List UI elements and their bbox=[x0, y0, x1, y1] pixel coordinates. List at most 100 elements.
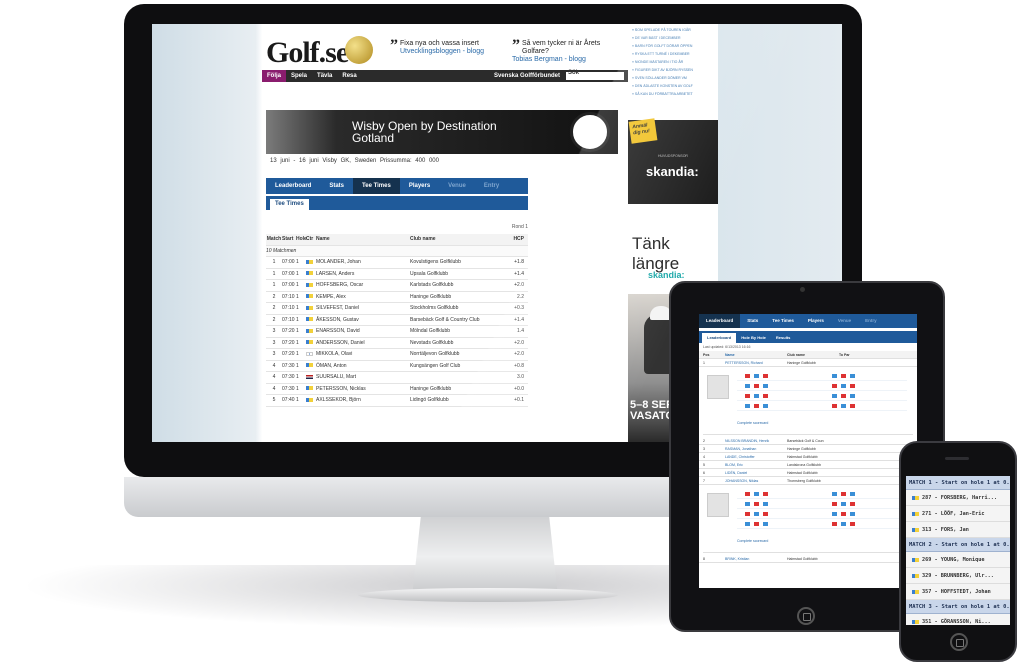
news-link[interactable]: » DEN ÄDLASTE KONSTEN AV GOLF bbox=[632, 82, 718, 90]
col-name[interactable]: Name bbox=[725, 353, 787, 357]
table-row[interactable]: 1 07:00 1 MOLANDER, Johan Kovulstigens Golfk… bbox=[266, 257, 528, 269]
tab-tee-times[interactable]: Tee Times bbox=[765, 314, 801, 328]
news-link[interactable]: » SÅ KAN DU FÖRBÄTTRA ARBETET bbox=[632, 90, 718, 98]
subtab-results[interactable]: Results bbox=[771, 333, 795, 343]
col-start[interactable]: Start bbox=[282, 236, 296, 242]
blog-teaser-source[interactable]: Utvecklingsbloggen - blogg bbox=[390, 48, 500, 56]
col-to-par[interactable]: To Par bbox=[839, 353, 909, 357]
cell-name[interactable]: ÅKESSON, Gustav bbox=[316, 317, 410, 323]
nav-item-follow[interactable]: Följa bbox=[262, 70, 287, 82]
leaderboard-row[interactable]: 1 PETTERSSON, Richard Haninge Golfklubb bbox=[699, 359, 917, 367]
cell-name[interactable]: SUURSALU, Mart bbox=[316, 374, 410, 380]
leaderboard-row[interactable]: 5 BLOM, Eric Landskrona Golfklubb bbox=[699, 461, 917, 469]
tab-leaderboard[interactable]: Leaderboard bbox=[266, 178, 320, 194]
cell-name[interactable]: PETERSSON, Nicklas bbox=[316, 386, 410, 392]
table-row[interactable]: 2 07:10 1 KEMPE, Alex Haninge Golfklubb 2.2 bbox=[266, 292, 528, 303]
tab-players[interactable]: Players bbox=[400, 178, 439, 194]
tab-entry[interactable]: Entry bbox=[858, 314, 884, 328]
player-item[interactable]: 313 - FORS, Jan bbox=[906, 522, 1010, 538]
player-item[interactable]: 287 - FORSBERG, Harri... bbox=[906, 490, 1010, 506]
row-name[interactable]: NILSSON BRANDIN, Henrik bbox=[725, 439, 787, 443]
news-link[interactable]: » BARN FÖR GOLFT DÖRAR ÖPPEN bbox=[632, 42, 718, 50]
table-row[interactable]: 1 07:00 1 HOFFSBERG, Oscar Karlstads Golfklu… bbox=[266, 280, 528, 292]
table-row[interactable]: 2 07:10 1 ÅKESSON, Gustav Barsebäck Golf & C… bbox=[266, 315, 528, 326]
row-name[interactable]: BLOM, Eric bbox=[725, 463, 787, 467]
complete-scorecard-link[interactable]: Complete scorecard bbox=[737, 539, 768, 543]
leaderboard-row[interactable]: 8 BRINK, Kristian Halmstad Golfklubb bbox=[699, 555, 917, 563]
news-link[interactable]: » RYSKA ETT TURNÉ I DEKEMBER bbox=[632, 50, 718, 58]
news-link[interactable]: » SOM SPELADE PÅ TOUREN IGÅR bbox=[632, 26, 718, 34]
tab-venue[interactable]: Venue bbox=[831, 314, 858, 328]
news-link[interactable]: » DE VAR BÄST I DECEMBER bbox=[632, 34, 718, 42]
golf-se-logo[interactable]: Golf.se bbox=[266, 36, 349, 70]
player-item[interactable]: 351 - GÖRANSSON, Ni... bbox=[906, 614, 1010, 625]
match-header[interactable]: MATCH 3 - Start on hole 1 at 0... bbox=[906, 600, 1010, 614]
table-row[interactable]: 5 07:40 1 AXLSSEKOR, Björn Lidingö Golfklubb… bbox=[266, 395, 528, 407]
col-club[interactable]: Club name bbox=[787, 353, 839, 357]
nav-item-play[interactable]: Spela bbox=[286, 70, 312, 82]
leaderboard-row[interactable]: 7 JOHANSSON, Niklas Thornsberg Golfklubb bbox=[699, 477, 917, 485]
cell-name[interactable]: LARSEN, Anders bbox=[316, 271, 410, 277]
tab-players[interactable]: Players bbox=[801, 314, 831, 328]
blog-teaser-2[interactable]: ” Så vem tycker ni är Årets Golfare? Tob… bbox=[512, 38, 622, 64]
table-row[interactable]: 3 07:20 1 ENARSSON, David Mölndal Golfklubb 1… bbox=[266, 326, 528, 338]
subtab-leaderboard[interactable]: Leaderboard bbox=[702, 333, 737, 343]
row-name[interactable]: BRINK, Kristian bbox=[725, 557, 787, 561]
subtab-tee-times[interactable]: Tee Times bbox=[270, 199, 309, 210]
row-name[interactable]: RASMAN, Jonathan bbox=[725, 447, 787, 451]
leaderboard-row[interactable]: 4 LANDE, Christoffer Halmstad Golfklubb bbox=[699, 453, 917, 461]
cell-name[interactable]: MIKKOLA, Olavi bbox=[316, 351, 410, 357]
news-link[interactable]: » NIONDE MÄSTAREN I TIO ÅR bbox=[632, 58, 718, 66]
player-item[interactable]: 329 - BRUNNBERG, Ulr... bbox=[906, 568, 1010, 584]
tab-stats[interactable]: Stats bbox=[740, 314, 765, 328]
col-hcp[interactable]: HCP bbox=[504, 236, 524, 242]
player-item[interactable]: 357 - HOFFSTEDT, Johan bbox=[906, 584, 1010, 600]
match-header[interactable]: MATCH 2 - Start on hole 1 at 0... bbox=[906, 538, 1010, 552]
cell-name[interactable]: HOFFSBERG, Oscar bbox=[316, 282, 410, 288]
skandia-ad[interactable]: Anmäl dig nu! HUVUDSPONSOR skandia: bbox=[628, 118, 718, 204]
leaderboard-row[interactable]: 3 RASMAN, Jonathan Haninge Golfklubb bbox=[699, 445, 917, 453]
table-row[interactable]: 4 07:30 1 SUURSALU, Mart 3.0 bbox=[266, 372, 528, 384]
cell-name[interactable]: ANDERSSON, Daniel bbox=[316, 340, 410, 346]
table-row[interactable]: 2 07:10 1 SILVEFEST, Daniel Stockholms Golfk… bbox=[266, 303, 528, 315]
cell-name[interactable]: ENARSSON, David bbox=[316, 328, 410, 334]
blog-teaser-source[interactable]: Tobias Bergman - blogg bbox=[512, 56, 622, 64]
tab-stats[interactable]: Stats bbox=[320, 178, 353, 194]
search-input[interactable]: Sök bbox=[566, 70, 624, 80]
col-pos[interactable]: Pos bbox=[703, 353, 725, 357]
row-name[interactable]: LIDÉN, Daniel bbox=[725, 471, 787, 475]
tab-tee-times[interactable]: Tee Times bbox=[353, 178, 400, 194]
subtab-hole-by-hole[interactable]: Hole By Hole bbox=[736, 333, 771, 343]
row-name[interactable]: PETTERSSON, Richard bbox=[725, 361, 787, 365]
tab-leaderboard[interactable]: Leaderboard bbox=[699, 314, 741, 328]
round-pager[interactable]: Rond 1 bbox=[266, 224, 528, 234]
leaderboard-row[interactable]: 6 LIDÉN, Daniel Halmstad Golfklubb bbox=[699, 469, 917, 477]
match-header[interactable]: MATCH 1 - Start on hole 1 at 0... bbox=[906, 476, 1010, 490]
table-row[interactable]: 4 07:30 1 ÖMAN, Anton Kungsängen Golf Club +0… bbox=[266, 361, 528, 372]
cell-name[interactable]: SILVEFEST, Daniel bbox=[316, 305, 410, 311]
col-club[interactable]: Club name bbox=[410, 236, 504, 242]
cell-name[interactable]: MOLANDER, Johan bbox=[316, 259, 410, 265]
cell-name[interactable]: KEMPE, Alex bbox=[316, 294, 410, 300]
player-item[interactable]: 271 - LÖÖF, Jan-Eric bbox=[906, 506, 1010, 522]
col-match[interactable]: Match bbox=[266, 236, 282, 242]
blog-teaser-1[interactable]: ” Fixa nya och vassa insert Utvecklingsb… bbox=[390, 38, 500, 56]
nav-federation-link[interactable]: Svenska Golfförbundet bbox=[494, 73, 560, 79]
table-row[interactable]: 3 07:20 1 ANDERSSON, Daniel Nevstads Golfklu… bbox=[266, 338, 528, 349]
table-row[interactable]: 4 07:30 1 PETERSSON, Nicklas Haninge Golfklu… bbox=[266, 384, 528, 395]
leaderboard-row[interactable]: 2 NILSSON BRANDIN, Henrik Barsebäck Golf &… bbox=[699, 437, 917, 445]
col-hole[interactable]: Hole bbox=[296, 236, 307, 242]
row-name[interactable]: JOHANSSON, Niklas bbox=[725, 479, 787, 483]
col-country[interactable]: Ctr bbox=[306, 236, 316, 242]
news-link[interactable]: » SVEN SÖLLANDER DÖMER VM bbox=[632, 74, 718, 82]
table-row[interactable]: 1 07:00 1 LARSEN, Anders Upsala Golfklubb +1.… bbox=[266, 269, 528, 280]
complete-scorecard-link[interactable]: Complete scorecard bbox=[737, 421, 768, 425]
nav-item-compete[interactable]: Tävla bbox=[312, 70, 337, 82]
tab-entry[interactable]: Entry bbox=[475, 178, 508, 194]
row-name[interactable]: LANDE, Christoffer bbox=[725, 455, 787, 459]
news-link[interactable]: » FIGURER DIKT AV BJÖRN RYSSEN bbox=[632, 66, 718, 74]
nav-item-travel[interactable]: Resa bbox=[337, 70, 361, 82]
cell-name[interactable]: ÖMAN, Anton bbox=[316, 363, 410, 369]
tab-venue[interactable]: Venue bbox=[439, 178, 475, 194]
cell-name[interactable]: AXLSSEKOR, Björn bbox=[316, 397, 410, 403]
